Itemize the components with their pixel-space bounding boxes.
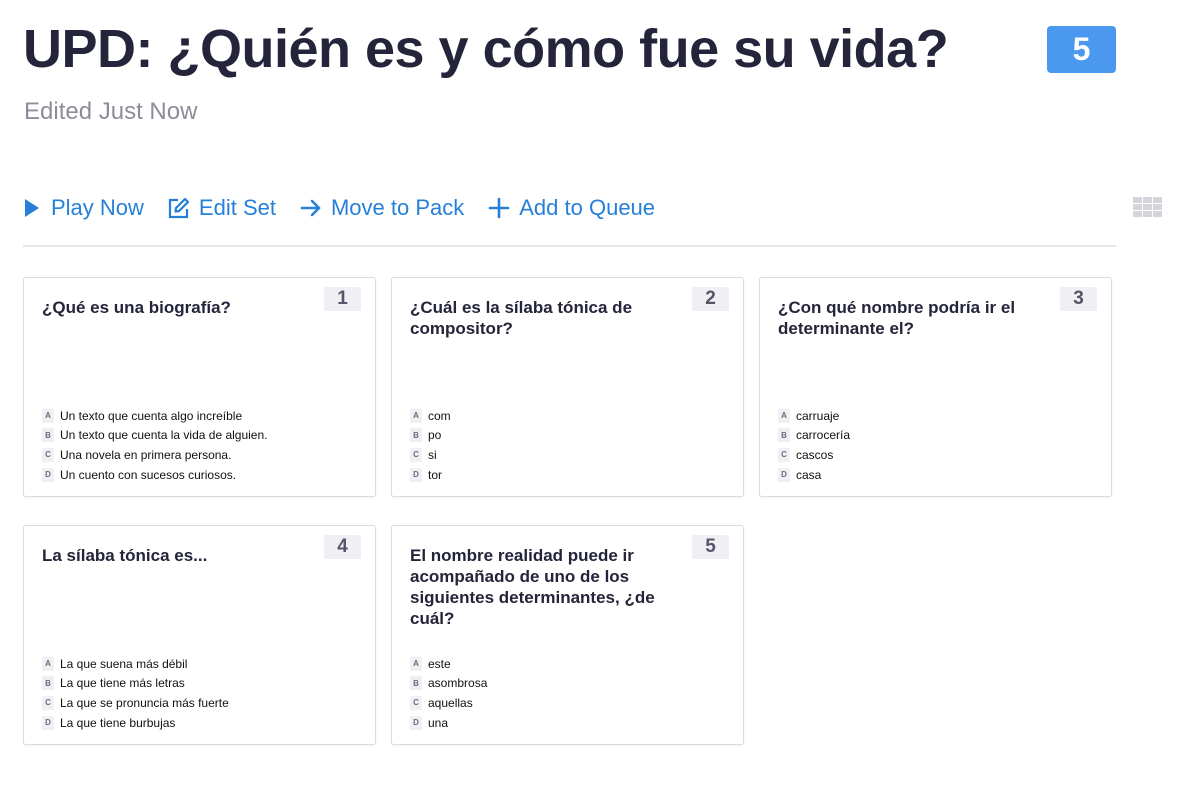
answer-option: Acarruaje <box>778 406 850 426</box>
answer-list: A La que suena más débil B La que tiene má… <box>42 654 229 732</box>
answer-text: La que tiene más letras <box>60 676 185 691</box>
answer-letter: A <box>778 408 790 423</box>
play-now-label: Play Now <box>51 195 144 220</box>
answer-letter: C <box>42 447 54 462</box>
answer-text: tor <box>428 467 443 482</box>
add-to-queue-label: Add to Queue <box>519 195 656 220</box>
answer-option: B Un texto que cuenta la vida de alguien. <box>42 426 267 446</box>
answer-text: aquellas <box>428 695 473 710</box>
answer-option: Acom <box>410 406 451 426</box>
move-to-pack-label: Move to Pack <box>330 195 465 220</box>
edited-status: Edited Just Now <box>24 98 198 125</box>
answer-letter: A <box>410 408 422 423</box>
question-card[interactable]: 5 El nombre realidad puede ir acompañado… <box>391 525 744 745</box>
answer-option: Basombrosa <box>410 674 487 694</box>
answer-text: Una novela en primera persona. <box>60 447 232 462</box>
answer-option: Ccascos <box>778 445 850 465</box>
answer-letter: D <box>410 467 422 482</box>
answer-option: Bpo <box>410 426 451 446</box>
answer-text: La que tiene burbujas <box>60 715 176 730</box>
question-number: 4 <box>324 535 361 559</box>
answer-letter: B <box>42 676 54 691</box>
answer-option: A La que suena más débil <box>42 654 229 674</box>
move-to-pack-button[interactable]: Move to Pack <box>300 195 464 221</box>
answer-option: Csi <box>410 445 451 465</box>
answer-text: carrocería <box>796 428 851 443</box>
question-text: ¿Con qué nombre podría ir el determinant… <box>778 298 1016 338</box>
answer-letter: C <box>42 695 54 710</box>
answer-text: Un cuento con sucesos curiosos. <box>60 467 237 482</box>
answer-option: Dtor <box>410 465 451 485</box>
question-number: 2 <box>692 287 729 311</box>
toolbar-divider <box>23 245 1116 247</box>
answer-text: si <box>428 447 437 462</box>
answer-list: A Un texto que cuenta algo increíble B Un … <box>42 406 267 484</box>
question-card[interactable]: 4 La sílaba tónica es... A La que suena m… <box>23 525 376 745</box>
play-now-button[interactable]: Play Now <box>23 195 144 221</box>
answer-list: Aeste Basombrosa Caquellas Duna <box>410 654 487 732</box>
question-card[interactable]: 1 ¿Qué es una biografía? A Un texto que c… <box>23 277 376 497</box>
question-number: 3 <box>1060 287 1097 311</box>
question-text: ¿Cuál es la sílaba tónica de compositor? <box>410 298 633 338</box>
answer-letter: C <box>410 695 422 710</box>
answer-letter: A <box>42 408 54 423</box>
answer-letter: A <box>410 656 422 671</box>
answer-text: com <box>428 408 451 423</box>
answer-text: Un texto que cuenta la vida de alguien. <box>60 428 268 443</box>
answer-text: asombrosa <box>428 676 488 691</box>
answer-letter: A <box>42 656 54 671</box>
answer-option: Bcarrocería <box>778 426 850 446</box>
answer-option: B La que tiene más letras <box>42 674 229 694</box>
question-text: La sílaba tónica es... <box>42 546 208 565</box>
answer-letter: D <box>42 715 54 730</box>
question-card[interactable]: 3 ¿Con qué nombre podría ir el determina… <box>759 277 1112 497</box>
add-to-queue-button[interactable]: Add to Queue <box>488 195 655 221</box>
answer-text: este <box>428 656 451 671</box>
answer-letter: B <box>42 428 54 443</box>
answer-letter: C <box>778 447 790 462</box>
answer-letter: B <box>410 676 422 691</box>
answer-letter: D <box>410 715 422 730</box>
answer-option: Aeste <box>410 654 487 674</box>
answer-letter: D <box>42 467 54 482</box>
answer-option: A Un texto que cuenta algo increíble <box>42 406 267 426</box>
answer-list: Acarruaje Bcarrocería Ccascos Dcasa <box>778 406 850 484</box>
answer-text: carruaje <box>796 408 840 423</box>
play-icon <box>23 197 41 219</box>
answer-letter: C <box>410 447 422 462</box>
answer-text: La que se pronuncia más fuerte <box>60 695 229 710</box>
edit-set-label: Edit Set <box>198 195 276 220</box>
grid-view-icon[interactable] <box>1133 197 1164 219</box>
answer-letter: B <box>410 428 422 443</box>
answer-letter: B <box>778 428 790 443</box>
answer-text: La que suena más débil <box>60 656 188 671</box>
edit-set-button[interactable]: Edit Set <box>168 195 276 221</box>
set-title: UPD: ¿Quién es y cómo fue su vida? <box>23 19 949 79</box>
set-toolbar: Play Now Edit Set Move to Pack Add to Qu… <box>23 190 1116 226</box>
answer-letter: D <box>778 467 790 482</box>
edit-icon <box>168 197 190 219</box>
arrow-right-icon <box>300 197 322 219</box>
question-number: 1 <box>324 287 361 311</box>
answer-option: C Una novela en primera persona. <box>42 445 267 465</box>
answer-option: C La que se pronuncia más fuerte <box>42 693 229 713</box>
answer-option: D La que tiene burbujas <box>42 713 229 733</box>
answer-text: cascos <box>796 447 834 462</box>
answer-text: Un texto que cuenta algo increíble <box>60 408 243 423</box>
plus-icon <box>488 197 510 219</box>
question-number: 5 <box>692 535 729 559</box>
question-text: ¿Qué es una biografía? <box>42 298 231 317</box>
answer-text: una <box>428 715 449 730</box>
answer-option: Caquellas <box>410 693 487 713</box>
set-header: UPD: ¿Quién es y cómo fue su vida? Edite… <box>23 14 1116 134</box>
question-card[interactable]: 2 ¿Cuál es la sílaba tónica de composito… <box>391 277 744 497</box>
answer-option: D Un cuento con sucesos curiosos. <box>42 465 267 485</box>
answer-text: po <box>428 428 442 443</box>
answer-text: casa <box>796 467 822 482</box>
answer-option: Duna <box>410 713 487 733</box>
question-text: El nombre realidad puede ir acompañado d… <box>410 546 655 628</box>
answer-option: Dcasa <box>778 465 850 485</box>
question-count-badge: 5 <box>1047 26 1116 73</box>
answer-list: Acom Bpo Csi Dtor <box>410 406 451 484</box>
